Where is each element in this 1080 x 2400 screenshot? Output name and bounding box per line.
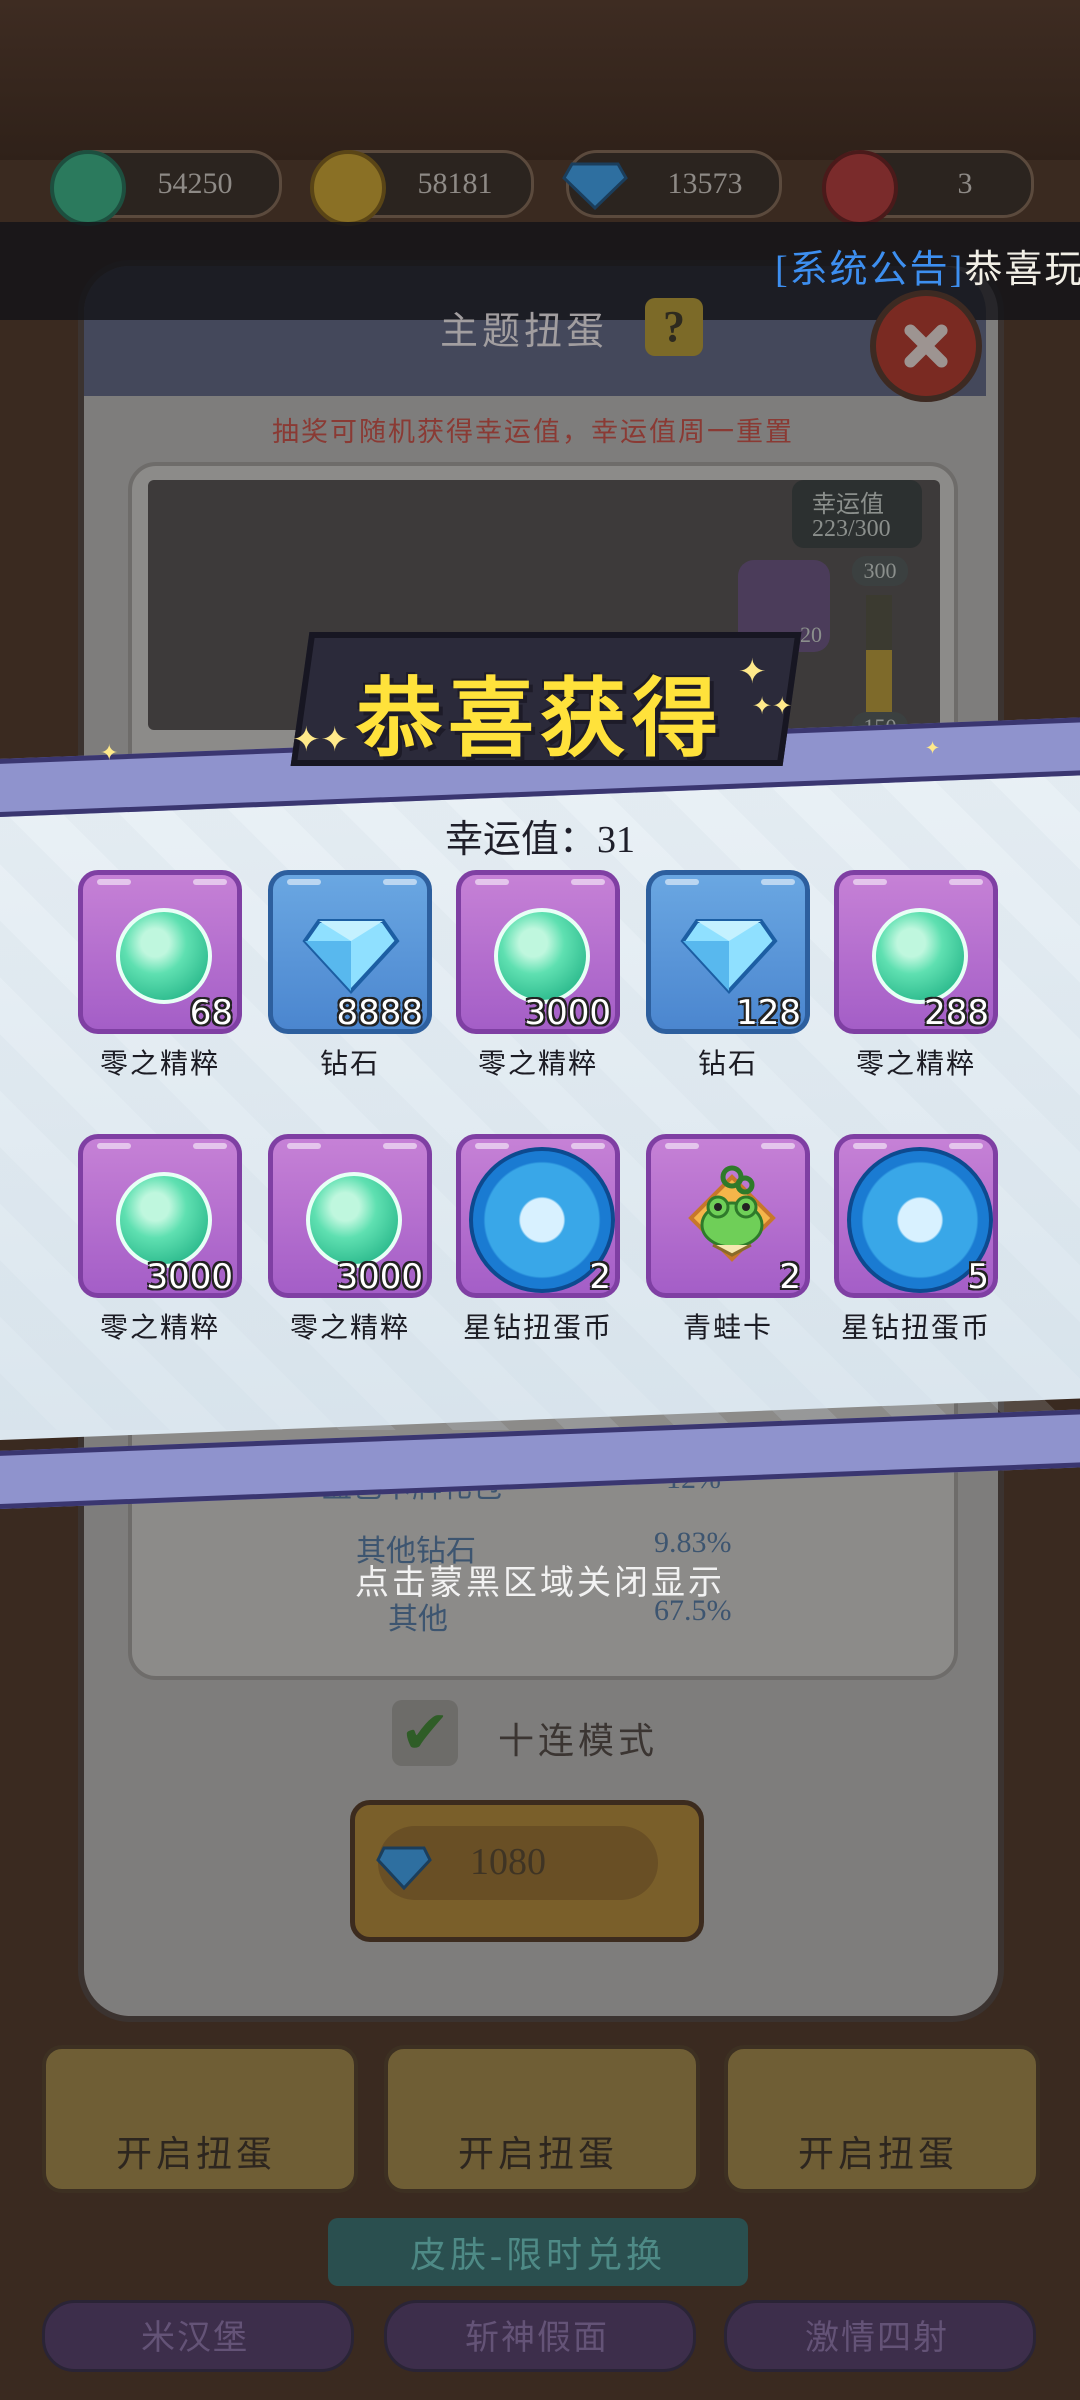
- reward-item-count: 3000: [524, 993, 611, 1033]
- ten-mode-label: 十连模式: [498, 1721, 659, 1761]
- diamond-icon: [562, 160, 628, 211]
- luck-gauge-top: 300: [852, 556, 908, 586]
- reward-luck-value: 幸运值：31: [444, 819, 635, 861]
- luck-gauge-fill: [866, 650, 892, 715]
- reward-item-3[interactable]: 3000: [456, 870, 620, 1034]
- reward-item-8[interactable]: 2: [456, 1134, 620, 1298]
- sparkle-icon: ✦: [925, 738, 941, 758]
- luck-box-value: 223/300: [812, 516, 891, 542]
- close-hint-text: 点击蒙黑区域关闭显示: [355, 1565, 725, 1602]
- essence-icon: [872, 908, 968, 1004]
- reward-item-count: 8888: [336, 993, 423, 1033]
- reward-item-2[interactable]: 8888: [268, 870, 432, 1034]
- resource-value-gold: 58181: [417, 167, 493, 200]
- essence-icon: [116, 908, 212, 1004]
- reward-title: 恭喜获得: [356, 669, 724, 769]
- reward-item-name: 星钻扭蛋币: [840, 1313, 991, 1344]
- open-gacha-label-2: 开启扭蛋: [457, 2134, 618, 2174]
- reward-item-count: 2: [779, 1257, 801, 1297]
- announcement-text: [系统公告]恭喜玩: [775, 238, 1080, 293]
- announcement-tag: [系统公告]: [775, 249, 965, 291]
- skin-exchange-title: 皮肤-限时兑换: [410, 2235, 666, 2275]
- reward-item-name: 零之精粹: [99, 1049, 220, 1080]
- resource-value-essence: 54250: [157, 167, 233, 200]
- reward-item-count: 3000: [146, 1257, 233, 1297]
- reward-item-5[interactable]: 288: [834, 870, 998, 1034]
- green-essence-icon: [50, 150, 126, 226]
- reward-item-1[interactable]: 68: [78, 870, 242, 1034]
- reward-item-name: 钻石: [697, 1049, 758, 1080]
- diamond-icon: [376, 1838, 432, 1894]
- diamond-icon: [679, 915, 779, 1000]
- reward-item-9[interactable]: 2: [646, 1134, 810, 1298]
- ten-mode-checkbox[interactable]: ✔: [392, 1700, 458, 1766]
- reward-item-name: 零之精粹: [477, 1049, 598, 1080]
- skin-tab-label-1: 米汉堡: [141, 2320, 249, 2357]
- close-button[interactable]: [870, 290, 982, 402]
- luck-box-label: 幸运值: [812, 492, 884, 518]
- help-icon[interactable]: ?: [645, 298, 703, 356]
- skin-tab-label-2: 斩神假面: [465, 2320, 609, 2357]
- reward-item-7[interactable]: 3000: [268, 1134, 432, 1298]
- gold-coin-icon: [310, 150, 386, 226]
- announcement-message: 恭喜玩: [964, 249, 1080, 291]
- reward-item-name: 零之精粹: [99, 1313, 220, 1344]
- reward-item-6[interactable]: 3000: [78, 1134, 242, 1298]
- reward-item-count: 68: [189, 993, 233, 1033]
- reward-item-10[interactable]: 5: [834, 1134, 998, 1298]
- reward-item-count: 5: [967, 1257, 989, 1297]
- modal-title: 主题扭蛋: [440, 311, 609, 353]
- reward-item-count: 288: [924, 993, 989, 1033]
- diamond-icon: [301, 915, 401, 1000]
- top-header-background: [0, 0, 1080, 160]
- reward-item-name: 零之精粹: [289, 1313, 410, 1344]
- reward-item-count: 3000: [336, 1257, 423, 1297]
- sparkle-icon: ✦: [100, 740, 119, 765]
- luck-hint-text: 抽奖可随机获得幸运值，幸运值周一重置: [272, 417, 794, 447]
- open-gacha-label-1: 开启扭蛋: [115, 2134, 276, 2174]
- red-token-icon: [822, 150, 898, 226]
- sparkle-icon: ✦: [738, 654, 767, 691]
- resource-value-diamond: 13573: [667, 167, 743, 200]
- reward-item-4[interactable]: 128: [646, 870, 810, 1034]
- reward-item-name: 零之精粹: [855, 1049, 976, 1080]
- reward-item-count: 128: [736, 993, 801, 1033]
- essence-icon: [306, 1172, 402, 1268]
- essence-icon: [116, 1172, 212, 1268]
- essence-icon: [494, 908, 590, 1004]
- pool-item-count: 20: [800, 622, 822, 647]
- skin-tab-label-3: 激情四射: [805, 2320, 949, 2357]
- sparkle-icon: ✦✦: [752, 694, 793, 720]
- draw-cost-value: 1080: [470, 1841, 546, 1883]
- sparkle-icon: ✦✦: [292, 722, 349, 759]
- reward-item-count: 2: [589, 1257, 611, 1297]
- resource-value-token: 3: [957, 167, 973, 200]
- open-gacha-label-3: 开启扭蛋: [797, 2134, 958, 2174]
- reward-item-name: 青蛙卡: [682, 1313, 773, 1344]
- reward-item-name: 星钻扭蛋币: [462, 1313, 613, 1344]
- reward-item-name: 钻石: [319, 1049, 380, 1080]
